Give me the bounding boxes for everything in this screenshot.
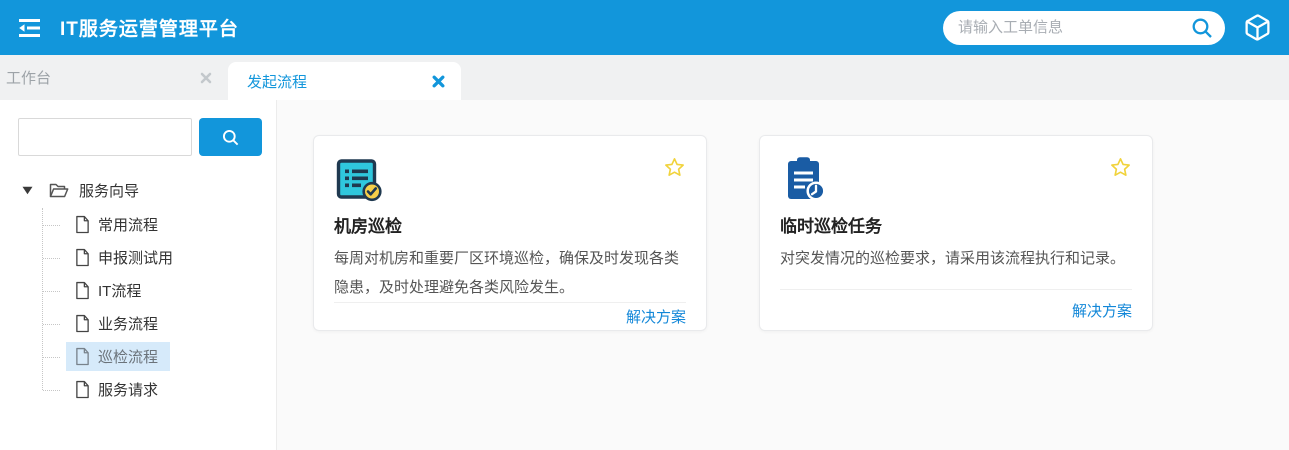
tree-search-button[interactable] [199,118,262,156]
card-description: 每周对机房和重要厂区环境巡检，确保及时发现各类隐患，及时处理避免各类风险发生。 [334,244,686,302]
tree-row: 申报测试用 [0,241,276,274]
file-icon [75,314,90,333]
tree-item-business-process[interactable]: 业务流程 [66,309,170,338]
tree-item-label: 申报测试用 [98,247,173,268]
clipboard-clock-icon [780,154,828,202]
tree-row: 巡检流程 [0,340,276,373]
tree-item-service-request[interactable]: 服务请求 [66,375,170,404]
card-title: 机房巡检 [334,212,686,237]
tree-item-label: IT流程 [98,280,141,301]
card-description: 对突发情况的巡检要求，请采用该流程执行和记录。 [780,244,1132,273]
tree-item-inspection-process[interactable]: 巡检流程 [66,342,170,371]
tree-item-label: 巡检流程 [98,346,158,367]
tab-start-process-close-icon[interactable] [430,73,446,89]
folder-open-icon [49,182,69,199]
tree-search-input[interactable] [18,118,192,156]
sidebar: 服务向导 常用流程 申报测试用 [0,100,277,450]
tree-item-declare-test[interactable]: 申报测试用 [66,243,185,272]
service-tree: 服务向导 常用流程 申报测试用 [0,176,276,406]
card-temp-inspection-task[interactable]: 临时巡检任务 对突发情况的巡检要求，请采用该流程执行和记录。 解决方案 [759,135,1153,331]
file-icon [75,215,90,234]
file-icon [75,248,90,267]
favorite-star-icon[interactable] [1109,156,1132,184]
ticket-search [943,11,1225,45]
main-panel: 机房巡检 每周对机房和重要厂区环境巡检，确保及时发现各类隐患，及时处理避免各类风… [277,100,1289,450]
tab-bar: 工作台 发起流程 [0,55,1289,100]
cube-icon[interactable] [1241,12,1273,44]
tab-start-process[interactable]: 发起流程 [228,62,461,100]
favorite-star-icon[interactable] [663,156,686,184]
menu-fold-icon[interactable] [14,15,44,41]
tree-item-it-process[interactable]: IT流程 [66,276,153,305]
tree-row: 服务请求 [0,373,276,406]
solution-link[interactable]: 解决方案 [626,306,686,327]
tab-workbench[interactable]: 工作台 [0,55,228,100]
file-icon [75,281,90,300]
tree-item-label: 常用流程 [98,214,158,235]
ticket-search-input[interactable] [943,11,1225,45]
process-cards: 机房巡检 每周对机房和重要厂区环境巡检，确保及时发现各类隐患，及时处理避免各类风… [313,135,1289,331]
tree-root-label: 服务向导 [79,180,139,201]
app-window: IT服务运营管理平台 工作台 [0,0,1289,450]
card-title: 临时巡检任务 [780,212,1132,237]
card-head [780,154,1132,202]
tab-start-process-label: 发起流程 [247,71,430,92]
search-icon[interactable] [1190,16,1214,45]
content-area: 服务向导 常用流程 申报测试用 [0,100,1289,450]
solution-link[interactable]: 解决方案 [1072,300,1132,321]
card-footer: 解决方案 [780,289,1132,330]
tree-row: 业务流程 [0,307,276,340]
tree-item-common-process[interactable]: 常用流程 [66,210,170,239]
caret-down-icon[interactable] [22,186,33,195]
tree-row: IT流程 [0,274,276,307]
tree-children: 常用流程 申报测试用 IT流程 [0,208,276,406]
checklist-check-icon [334,154,382,202]
tree-node-service-guide[interactable]: 服务向导 [0,176,276,204]
tab-workbench-close-icon[interactable] [198,70,214,86]
file-icon [75,347,90,366]
page-title: IT服务运营管理平台 [60,14,239,41]
file-icon [75,380,90,399]
tree-item-label: 服务请求 [98,379,158,400]
tab-workbench-label: 工作台 [6,67,198,88]
card-room-inspection[interactable]: 机房巡检 每周对机房和重要厂区环境巡检，确保及时发现各类隐患，及时处理避免各类风… [313,135,707,331]
tree-row: 常用流程 [0,208,276,241]
card-head [334,154,686,202]
card-footer: 解决方案 [334,302,686,330]
tree-search [0,118,276,156]
top-header: IT服务运营管理平台 [0,0,1289,55]
tree-item-label: 业务流程 [98,313,158,334]
